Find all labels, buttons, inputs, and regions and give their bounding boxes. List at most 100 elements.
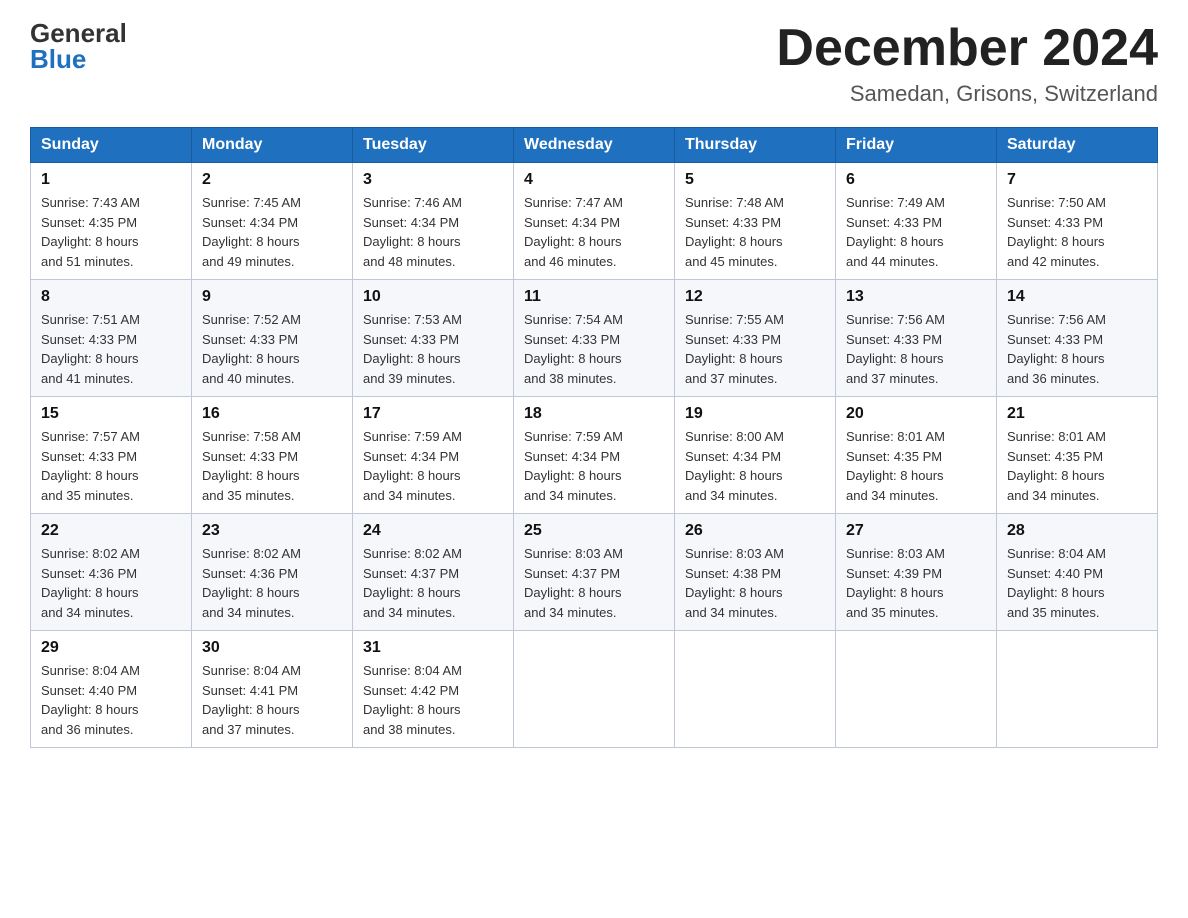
day-info: Sunrise: 7:49 AM Sunset: 4:33 PM Dayligh… <box>846 193 986 271</box>
day-number: 16 <box>202 405 342 423</box>
table-row: 13 Sunrise: 7:56 AM Sunset: 4:33 PM Dayl… <box>836 280 997 397</box>
day-number: 7 <box>1007 171 1147 189</box>
day-info: Sunrise: 7:57 AM Sunset: 4:33 PM Dayligh… <box>41 427 181 505</box>
title-section: December 2024 Samedan, Grisons, Switzerl… <box>776 20 1158 107</box>
table-row: 3 Sunrise: 7:46 AM Sunset: 4:34 PM Dayli… <box>353 163 514 280</box>
day-info: Sunrise: 7:50 AM Sunset: 4:33 PM Dayligh… <box>1007 193 1147 271</box>
location-subtitle: Samedan, Grisons, Switzerland <box>776 81 1158 107</box>
table-row: 6 Sunrise: 7:49 AM Sunset: 4:33 PM Dayli… <box>836 163 997 280</box>
day-info: Sunrise: 8:03 AM Sunset: 4:38 PM Dayligh… <box>685 544 825 622</box>
table-row: 5 Sunrise: 7:48 AM Sunset: 4:33 PM Dayli… <box>675 163 836 280</box>
table-row: 10 Sunrise: 7:53 AM Sunset: 4:33 PM Dayl… <box>353 280 514 397</box>
table-row: 11 Sunrise: 7:54 AM Sunset: 4:33 PM Dayl… <box>514 280 675 397</box>
day-number: 10 <box>363 288 503 306</box>
day-info: Sunrise: 8:00 AM Sunset: 4:34 PM Dayligh… <box>685 427 825 505</box>
day-number: 6 <box>846 171 986 189</box>
day-info: Sunrise: 7:46 AM Sunset: 4:34 PM Dayligh… <box>363 193 503 271</box>
day-info: Sunrise: 7:52 AM Sunset: 4:33 PM Dayligh… <box>202 310 342 388</box>
day-info: Sunrise: 7:56 AM Sunset: 4:33 PM Dayligh… <box>846 310 986 388</box>
col-friday: Friday <box>836 128 997 163</box>
table-row: 26 Sunrise: 8:03 AM Sunset: 4:38 PM Dayl… <box>675 514 836 631</box>
day-info: Sunrise: 8:02 AM Sunset: 4:36 PM Dayligh… <box>202 544 342 622</box>
logo-blue-text: Blue <box>30 46 86 72</box>
day-number: 1 <box>41 171 181 189</box>
day-number: 31 <box>363 639 503 657</box>
table-row: 27 Sunrise: 8:03 AM Sunset: 4:39 PM Dayl… <box>836 514 997 631</box>
day-info: Sunrise: 7:55 AM Sunset: 4:33 PM Dayligh… <box>685 310 825 388</box>
day-info: Sunrise: 7:47 AM Sunset: 4:34 PM Dayligh… <box>524 193 664 271</box>
day-info: Sunrise: 8:03 AM Sunset: 4:39 PM Dayligh… <box>846 544 986 622</box>
calendar-week-row: 22 Sunrise: 8:02 AM Sunset: 4:36 PM Dayl… <box>31 514 1158 631</box>
day-number: 29 <box>41 639 181 657</box>
col-tuesday: Tuesday <box>353 128 514 163</box>
month-title: December 2024 <box>776 20 1158 77</box>
day-info: Sunrise: 8:02 AM Sunset: 4:36 PM Dayligh… <box>41 544 181 622</box>
day-info: Sunrise: 8:04 AM Sunset: 4:40 PM Dayligh… <box>41 661 181 739</box>
table-row: 2 Sunrise: 7:45 AM Sunset: 4:34 PM Dayli… <box>192 163 353 280</box>
table-row: 29 Sunrise: 8:04 AM Sunset: 4:40 PM Dayl… <box>31 631 192 748</box>
day-info: Sunrise: 7:45 AM Sunset: 4:34 PM Dayligh… <box>202 193 342 271</box>
table-row: 4 Sunrise: 7:47 AM Sunset: 4:34 PM Dayli… <box>514 163 675 280</box>
table-row: 31 Sunrise: 8:04 AM Sunset: 4:42 PM Dayl… <box>353 631 514 748</box>
day-info: Sunrise: 7:59 AM Sunset: 4:34 PM Dayligh… <box>363 427 503 505</box>
table-row: 24 Sunrise: 8:02 AM Sunset: 4:37 PM Dayl… <box>353 514 514 631</box>
col-monday: Monday <box>192 128 353 163</box>
col-saturday: Saturday <box>997 128 1158 163</box>
table-row: 25 Sunrise: 8:03 AM Sunset: 4:37 PM Dayl… <box>514 514 675 631</box>
day-number: 2 <box>202 171 342 189</box>
day-number: 5 <box>685 171 825 189</box>
table-row: 12 Sunrise: 7:55 AM Sunset: 4:33 PM Dayl… <box>675 280 836 397</box>
day-number: 15 <box>41 405 181 423</box>
table-row: 14 Sunrise: 7:56 AM Sunset: 4:33 PM Dayl… <box>997 280 1158 397</box>
day-number: 26 <box>685 522 825 540</box>
calendar-week-row: 29 Sunrise: 8:04 AM Sunset: 4:40 PM Dayl… <box>31 631 1158 748</box>
day-number: 9 <box>202 288 342 306</box>
day-number: 19 <box>685 405 825 423</box>
table-row: 1 Sunrise: 7:43 AM Sunset: 4:35 PM Dayli… <box>31 163 192 280</box>
calendar-header-row: Sunday Monday Tuesday Wednesday Thursday… <box>31 128 1158 163</box>
table-row <box>675 631 836 748</box>
day-number: 22 <box>41 522 181 540</box>
day-number: 3 <box>363 171 503 189</box>
table-row <box>997 631 1158 748</box>
day-info: Sunrise: 7:51 AM Sunset: 4:33 PM Dayligh… <box>41 310 181 388</box>
col-wednesday: Wednesday <box>514 128 675 163</box>
day-info: Sunrise: 8:01 AM Sunset: 4:35 PM Dayligh… <box>846 427 986 505</box>
day-number: 18 <box>524 405 664 423</box>
day-number: 21 <box>1007 405 1147 423</box>
day-info: Sunrise: 8:04 AM Sunset: 4:42 PM Dayligh… <box>363 661 503 739</box>
table-row <box>514 631 675 748</box>
day-number: 24 <box>363 522 503 540</box>
day-info: Sunrise: 7:43 AM Sunset: 4:35 PM Dayligh… <box>41 193 181 271</box>
table-row: 19 Sunrise: 8:00 AM Sunset: 4:34 PM Dayl… <box>675 397 836 514</box>
day-number: 13 <box>846 288 986 306</box>
calendar-week-row: 8 Sunrise: 7:51 AM Sunset: 4:33 PM Dayli… <box>31 280 1158 397</box>
calendar-week-row: 15 Sunrise: 7:57 AM Sunset: 4:33 PM Dayl… <box>31 397 1158 514</box>
day-number: 30 <box>202 639 342 657</box>
day-info: Sunrise: 7:54 AM Sunset: 4:33 PM Dayligh… <box>524 310 664 388</box>
day-info: Sunrise: 8:02 AM Sunset: 4:37 PM Dayligh… <box>363 544 503 622</box>
day-info: Sunrise: 8:01 AM Sunset: 4:35 PM Dayligh… <box>1007 427 1147 505</box>
day-number: 8 <box>41 288 181 306</box>
table-row: 15 Sunrise: 7:57 AM Sunset: 4:33 PM Dayl… <box>31 397 192 514</box>
col-thursday: Thursday <box>675 128 836 163</box>
day-info: Sunrise: 8:04 AM Sunset: 4:40 PM Dayligh… <box>1007 544 1147 622</box>
day-info: Sunrise: 7:53 AM Sunset: 4:33 PM Dayligh… <box>363 310 503 388</box>
day-number: 27 <box>846 522 986 540</box>
table-row: 23 Sunrise: 8:02 AM Sunset: 4:36 PM Dayl… <box>192 514 353 631</box>
day-number: 14 <box>1007 288 1147 306</box>
day-number: 11 <box>524 288 664 306</box>
table-row: 30 Sunrise: 8:04 AM Sunset: 4:41 PM Dayl… <box>192 631 353 748</box>
day-info: Sunrise: 7:59 AM Sunset: 4:34 PM Dayligh… <box>524 427 664 505</box>
logo: General Blue <box>30 20 127 72</box>
table-row: 21 Sunrise: 8:01 AM Sunset: 4:35 PM Dayl… <box>997 397 1158 514</box>
table-row <box>836 631 997 748</box>
table-row: 16 Sunrise: 7:58 AM Sunset: 4:33 PM Dayl… <box>192 397 353 514</box>
day-info: Sunrise: 7:58 AM Sunset: 4:33 PM Dayligh… <box>202 427 342 505</box>
day-number: 17 <box>363 405 503 423</box>
table-row: 9 Sunrise: 7:52 AM Sunset: 4:33 PM Dayli… <box>192 280 353 397</box>
day-info: Sunrise: 8:03 AM Sunset: 4:37 PM Dayligh… <box>524 544 664 622</box>
col-sunday: Sunday <box>31 128 192 163</box>
logo-general-text: General <box>30 20 127 46</box>
table-row: 20 Sunrise: 8:01 AM Sunset: 4:35 PM Dayl… <box>836 397 997 514</box>
